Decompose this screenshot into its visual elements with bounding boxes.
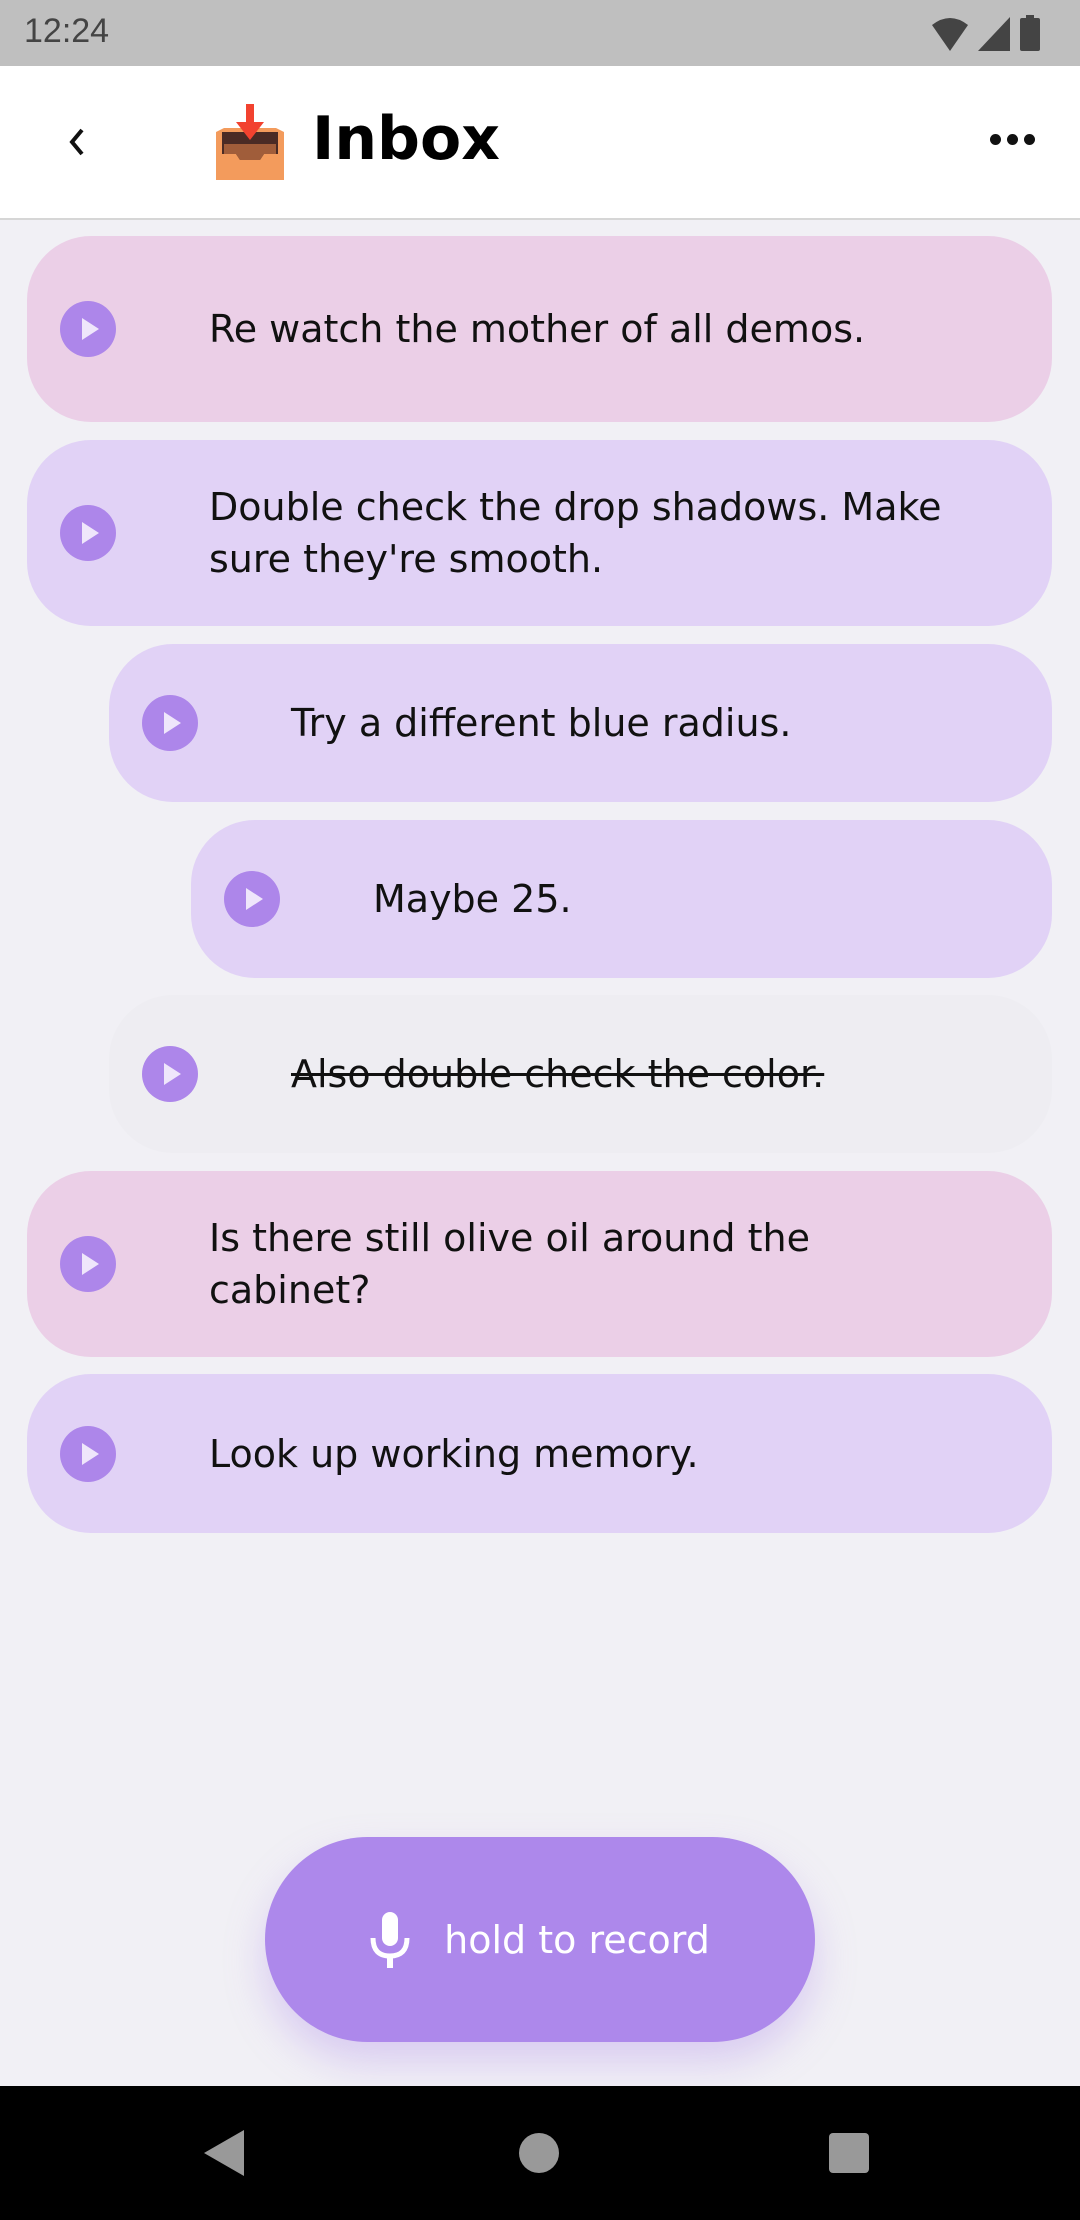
more-horizontal-icon[interactable] (990, 134, 1035, 145)
page-title: Inbox (312, 104, 500, 174)
battery-icon (1020, 15, 1040, 51)
note-text: Also double check the color. (291, 1052, 825, 1096)
home-circle-icon[interactable] (519, 2133, 559, 2173)
recents-square-icon[interactable] (829, 2133, 869, 2173)
note-text: Try a different blue radius. (291, 701, 792, 745)
signal-icon (978, 17, 1010, 51)
note-text: Is there still olive oil around the cabi… (209, 1216, 810, 1312)
status-bar: 12:24 (0, 0, 1080, 66)
hold-to-record-button[interactable]: hold to record (265, 1837, 815, 2042)
back-triangle-icon[interactable] (204, 2128, 248, 2178)
note-card[interactable]: Maybe 25. (191, 820, 1052, 978)
note-card[interactable]: Look up working memory. (27, 1374, 1052, 1533)
play-icon[interactable] (60, 1236, 116, 1292)
note-card[interactable]: Also double check the color. (109, 995, 1052, 1153)
app-header: Inbox (0, 66, 1080, 220)
play-icon[interactable] (60, 505, 116, 561)
note-card[interactable]: Is there still olive oil around the cabi… (27, 1171, 1052, 1357)
note-text: Maybe 25. (373, 877, 572, 921)
play-icon[interactable] (142, 695, 198, 751)
note-text: Double check the drop shadows. Make sure… (209, 485, 942, 581)
microphone-icon (370, 1911, 410, 1968)
note-card[interactable]: Try a different blue radius. (109, 644, 1052, 802)
play-icon[interactable] (224, 871, 280, 927)
play-icon[interactable] (60, 301, 116, 357)
note-card[interactable]: Re watch the mother of all demos. (27, 236, 1052, 422)
chevron-left-icon[interactable] (58, 122, 98, 162)
note-text: Re watch the mother of all demos. (209, 307, 866, 351)
play-icon[interactable] (60, 1425, 116, 1482)
inbox-tray-icon (216, 104, 284, 180)
wifi-icon (932, 18, 968, 51)
status-time: 12:24 (24, 12, 110, 50)
note-card[interactable]: Double check the drop shadows. Make sure… (27, 440, 1052, 626)
system-nav-bar (0, 2086, 1080, 2220)
play-icon[interactable] (142, 1046, 198, 1102)
note-text: Look up working memory. (209, 1431, 699, 1476)
record-label: hold to record (444, 1917, 710, 1962)
